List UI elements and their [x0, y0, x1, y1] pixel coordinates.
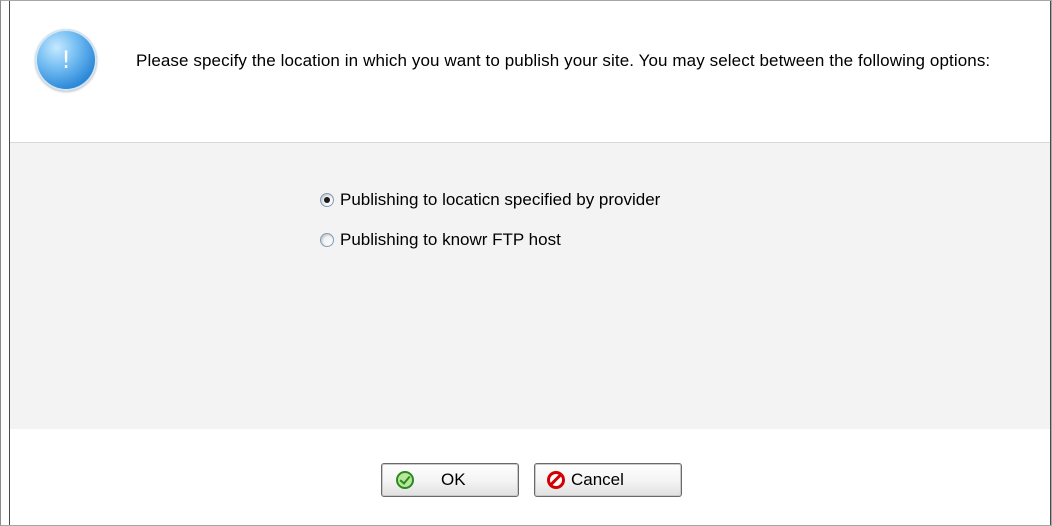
- dialog-header: ! Please specify the location in which y…: [10, 1, 1050, 141]
- dialog-message: Please specify the location in which you…: [136, 51, 991, 70]
- option-ftp-host[interactable]: Publishing to knowr FTP host: [320, 228, 561, 252]
- publish-dialog: ! Please specify the location in which y…: [0, 0, 1052, 526]
- options-panel: Publishing to locaticn specified by prov…: [10, 142, 1050, 430]
- check-icon: [396, 471, 414, 489]
- cancel-icon: [547, 471, 565, 489]
- cancel-button[interactable]: Cancel: [534, 463, 682, 497]
- option-ftp-host-label: Publishing to knowr FTP host: [340, 230, 561, 249]
- radio-unselected-icon[interactable]: [320, 233, 334, 247]
- cancel-button-label: Cancel: [571, 470, 624, 489]
- ok-button[interactable]: OK: [381, 463, 519, 497]
- info-icon-glyph: !: [61, 46, 71, 74]
- dialog-footer: OK Cancel: [10, 429, 1050, 525]
- info-icon: !: [35, 29, 97, 91]
- radio-selected-icon[interactable]: [320, 193, 334, 207]
- ok-button-label: OK: [441, 470, 466, 489]
- option-provider-location[interactable]: Publishing to locaticn specified by prov…: [320, 188, 660, 212]
- option-provider-location-label: Publishing to locaticn specified by prov…: [340, 190, 661, 209]
